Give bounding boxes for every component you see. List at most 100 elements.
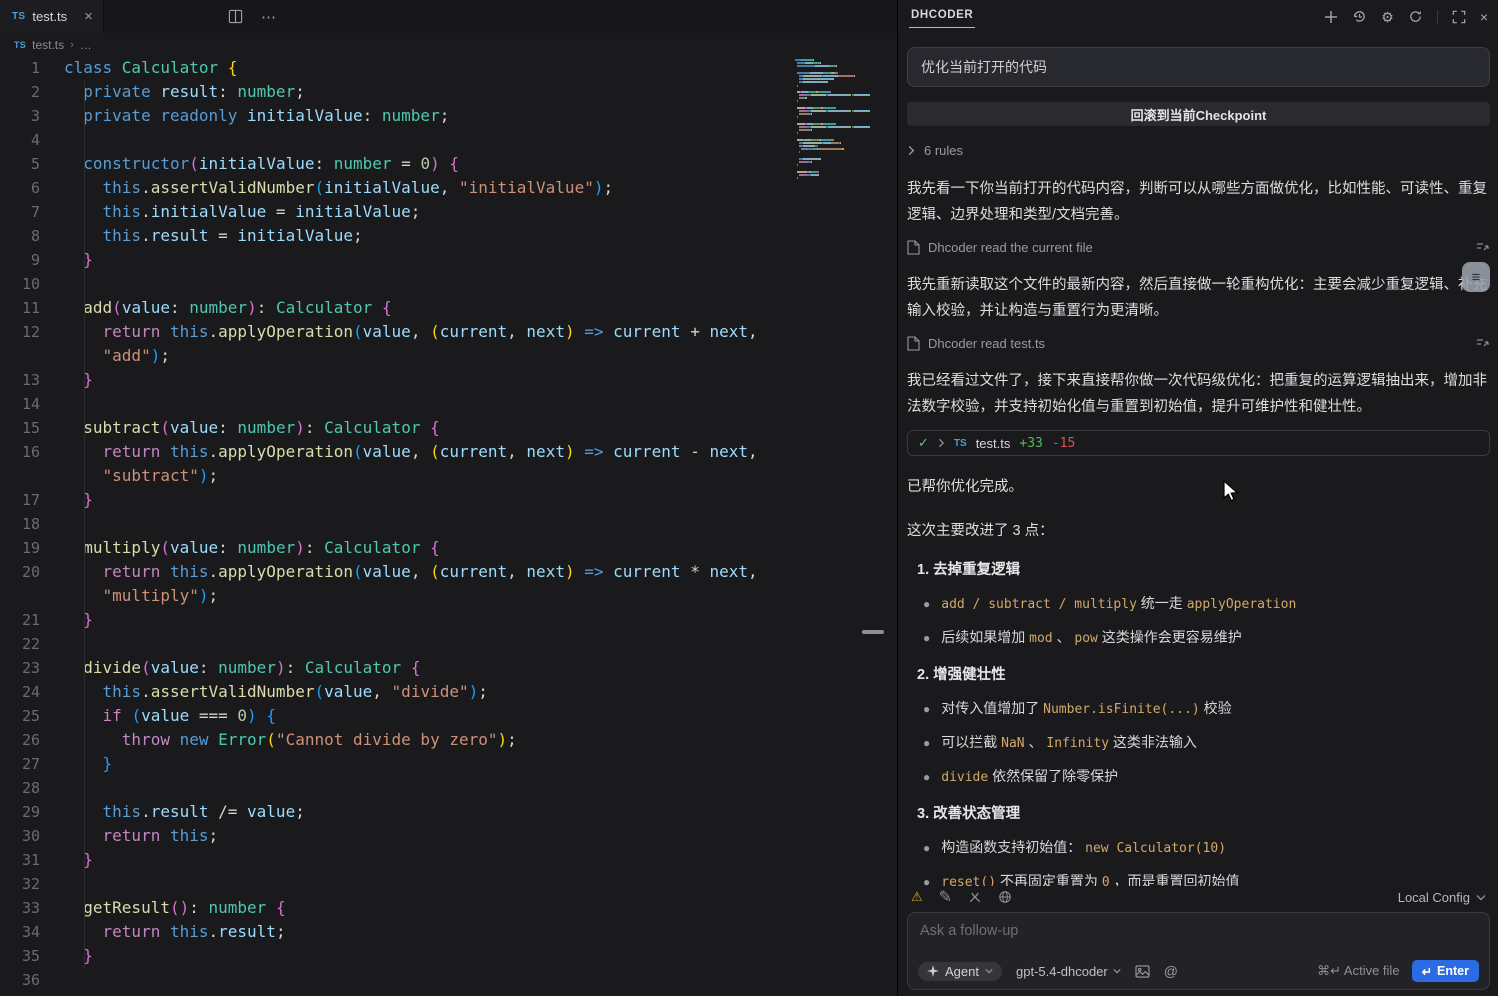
code-line[interactable]: 32 <box>0 872 897 896</box>
send-button[interactable]: ↵ Enter <box>1412 960 1479 982</box>
split-editor-icon[interactable] <box>228 9 243 24</box>
code-line[interactable]: 30 return this; <box>0 824 897 848</box>
minimap[interactable] <box>795 59 881 183</box>
more-actions-icon[interactable]: ⋯ <box>261 8 277 26</box>
code-line[interactable]: 2 private result: number; <box>0 80 897 104</box>
code-line[interactable]: 13 } <box>0 368 897 392</box>
code-line[interactable]: 8 this.result = initialValue; <box>0 224 897 248</box>
refresh-icon[interactable] <box>1408 9 1423 24</box>
bullet-dot: ● <box>923 767 930 787</box>
line-number: 2 <box>0 80 40 104</box>
rules-label: 6 rules <box>924 143 963 158</box>
line-number: 1 <box>0 56 40 80</box>
code-line[interactable]: 6 this.assertValidNumber(initialValue, "… <box>0 176 897 200</box>
active-file-shortcut: ⌘↵ Active file <box>1317 963 1399 979</box>
code-line[interactable]: 4 <box>0 128 897 152</box>
settings-gear-icon[interactable]: ⚙ <box>1381 10 1394 24</box>
code-line[interactable]: 19 multiply(value: number): Calculator { <box>0 536 897 560</box>
code-area[interactable]: 1class Calculator {2 private result: num… <box>0 56 897 996</box>
code-line[interactable]: 1class Calculator { <box>0 56 897 80</box>
code-line[interactable]: 20 return this.applyOperation(value, (cu… <box>0 560 897 584</box>
code-line[interactable]: 9 } <box>0 248 897 272</box>
code-line[interactable]: 18 <box>0 512 897 536</box>
new-chat-icon[interactable] <box>1324 10 1338 24</box>
code-line[interactable]: 23 divide(value: number): Calculator { <box>0 656 897 680</box>
line-number <box>0 344 40 368</box>
code-line[interactable]: 7 this.initialValue = initialValue; <box>0 200 897 224</box>
message-input[interactable]: Ask a follow-up Agent gpt-5.4-dhcoder @ <box>907 912 1490 990</box>
code-line[interactable]: "multiply"); <box>0 584 897 608</box>
code-line[interactable]: 3 private readonly initialValue: number; <box>0 104 897 128</box>
code-line[interactable]: 22 <box>0 632 897 656</box>
agent-mode-select[interactable]: Agent <box>918 962 1002 981</box>
code-line[interactable]: 25 if (value === 0) { <box>0 704 897 728</box>
code-line[interactable]: 5 constructor(initialValue: number = 0) … <box>0 152 897 176</box>
tool-result-row[interactable]: Dhcoder read test.ts <box>907 334 1490 352</box>
local-config-select[interactable]: Local Config <box>1398 890 1486 905</box>
globe-icon[interactable] <box>998 890 1012 904</box>
bullet-dot: ● <box>923 872 930 886</box>
code-line[interactable]: 29 this.result /= value; <box>0 800 897 824</box>
mention-icon[interactable]: @ <box>1164 963 1178 979</box>
assistant-panel: DHCODER ⚙ × 优化当前打开的代码 <box>899 0 1498 996</box>
expand-panel-icon[interactable] <box>1452 10 1466 24</box>
bullet-item: ●构造函数支持初始值： new Calculator(10) <box>907 837 1490 859</box>
code-line[interactable]: 36 <box>0 968 897 992</box>
line-number: 22 <box>0 632 40 656</box>
code-line[interactable]: 14 <box>0 392 897 416</box>
breadcrumb-file[interactable]: test.ts <box>32 38 64 52</box>
model-select[interactable]: gpt-5.4-dhcoder <box>1016 964 1121 979</box>
rollback-checkpoint-button[interactable]: 回滚到当前Checkpoint <box>907 102 1490 126</box>
line-number: 27 <box>0 752 40 776</box>
code-line[interactable]: 27 } <box>0 752 897 776</box>
code-line[interactable]: 34 return this.result; <box>0 920 897 944</box>
line-number: 23 <box>0 656 40 680</box>
scroll-menu-button[interactable]: ≡ <box>1462 262 1490 292</box>
agent-icon <box>927 965 939 977</box>
code-line[interactable]: 17 } <box>0 488 897 512</box>
tab-test-ts[interactable]: TS test.ts × <box>0 0 104 33</box>
attach-image-icon[interactable] <box>1135 965 1150 978</box>
close-panel-icon[interactable]: × <box>1480 10 1488 24</box>
code-line[interactable]: 26 throw new Error("Cannot divide by zer… <box>0 728 897 752</box>
chevron-right-icon: › <box>70 39 74 51</box>
chat-scroll-area[interactable]: 优化当前打开的代码 回滚到当前Checkpoint 6 rules 我先看一下你… <box>907 33 1490 886</box>
user-message: 优化当前打开的代码 <box>907 47 1490 87</box>
expand-result-icon[interactable] <box>1476 337 1490 349</box>
tool-result-row[interactable]: Dhcoder read the current file <box>907 238 1490 256</box>
code-line[interactable]: 16 return this.applyOperation(value, (cu… <box>0 440 897 464</box>
close-tab-icon[interactable]: × <box>84 9 93 24</box>
breadcrumb-more[interactable]: … <box>80 38 92 52</box>
list-heading: 3. 改善状态管理 <box>907 804 1490 825</box>
code-line[interactable]: "subtract"); <box>0 464 897 488</box>
edit-pencil-icon[interactable]: ✎ <box>939 887 952 907</box>
chevron-down-icon <box>1113 968 1121 974</box>
line-number: 29 <box>0 800 40 824</box>
code-line[interactable]: 31 } <box>0 848 897 872</box>
breadcrumb[interactable]: TS test.ts › … <box>0 33 897 56</box>
line-number: 5 <box>0 152 40 176</box>
bullet-item: ●add / subtract / multiply 统一走 applyOper… <box>907 593 1490 615</box>
code-line[interactable]: 10 <box>0 272 897 296</box>
code-line[interactable]: 21 } <box>0 608 897 632</box>
warning-icon[interactable]: ⚠ <box>911 889 923 905</box>
rules-toggle[interactable]: 6 rules <box>907 140 1490 160</box>
panel-title: DHCODER <box>909 6 975 28</box>
code-line[interactable]: 28 <box>0 776 897 800</box>
code-line[interactable]: 35 } <box>0 944 897 968</box>
file-change-card[interactable]: ✓TStest.ts+33-15 <box>907 430 1490 456</box>
code-line[interactable]: 24 this.assertValidNumber(value, "divide… <box>0 680 897 704</box>
enter-arrow-icon: ↵ <box>1422 964 1432 979</box>
agent-label: Agent <box>945 964 979 979</box>
typescript-icon: TS <box>954 438 967 449</box>
code-line[interactable]: "add"); <box>0 344 897 368</box>
code-line[interactable]: 15 subtract(value: number): Calculator { <box>0 416 897 440</box>
divider <box>1437 10 1438 24</box>
expand-result-icon[interactable] <box>1476 241 1490 253</box>
indent-guide <box>84 80 85 968</box>
code-line[interactable]: 11 add(value: number): Calculator { <box>0 296 897 320</box>
history-icon[interactable] <box>1352 9 1367 24</box>
code-line[interactable]: 33 getResult(): number { <box>0 896 897 920</box>
code-line[interactable]: 12 return this.applyOperation(value, (cu… <box>0 320 897 344</box>
tools-icon[interactable] <box>968 890 982 904</box>
